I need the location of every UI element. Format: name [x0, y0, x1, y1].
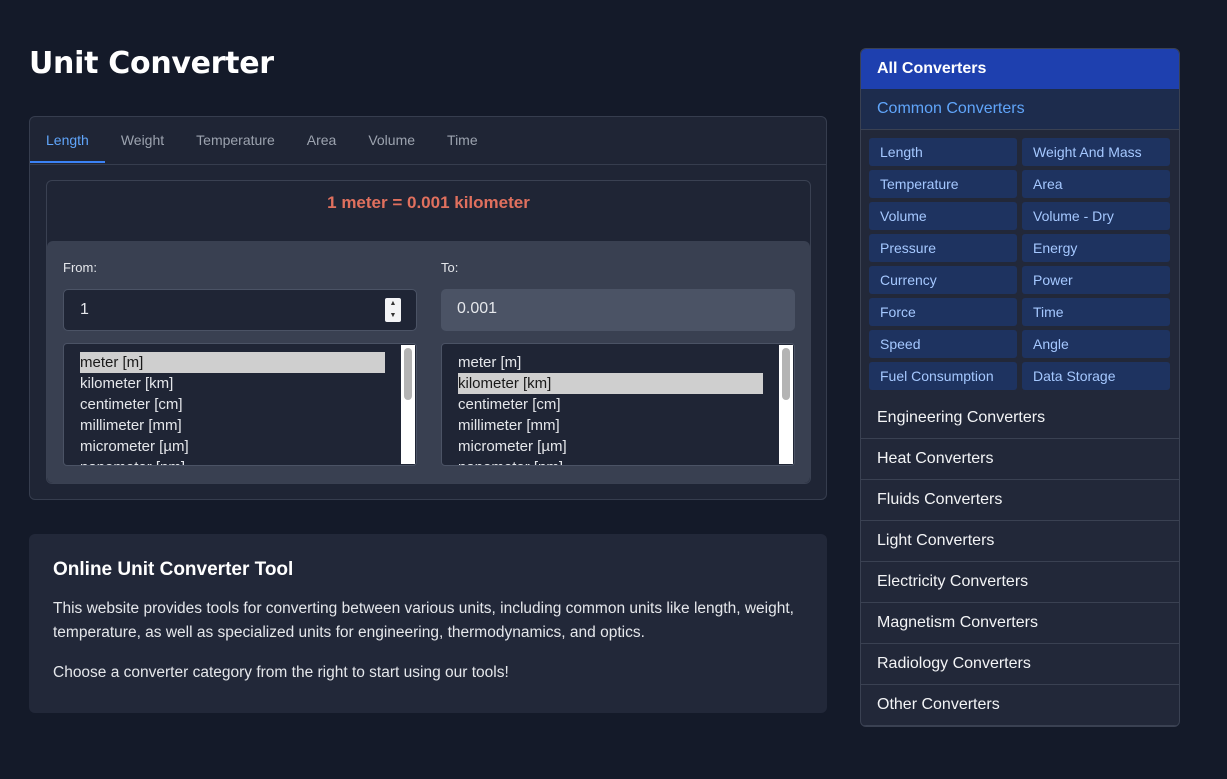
from-unit-list[interactable]: meter [m] kilometer [km] centimeter [cm]…	[63, 343, 417, 466]
to-unit-list[interactable]: meter [m] kilometer [km] centimeter [cm]…	[441, 343, 795, 466]
info-title: Online Unit Converter Tool	[53, 559, 294, 580]
from-unit-option[interactable]: millimeter [mm]	[80, 415, 385, 436]
from-unit-option[interactable]: meter [m]	[80, 352, 385, 373]
tab-volume[interactable]: Volume	[352, 117, 431, 163]
sidebar-item-radiology[interactable]: Radiology Converters	[861, 644, 1179, 685]
common-item-volume[interactable]: Volume	[869, 202, 1017, 230]
sidebar-all-converters[interactable]: All Converters	[861, 49, 1179, 89]
common-item-temperature[interactable]: Temperature	[869, 170, 1017, 198]
sidebar-item-electricity[interactable]: Electricity Converters	[861, 562, 1179, 603]
converter-card: Length Weight Temperature Area Volume Ti…	[29, 116, 827, 500]
from-unit-option[interactable]: centimeter [cm]	[80, 394, 385, 415]
page-title: Unit Converter	[29, 46, 274, 81]
unit-tabs: Length Weight Temperature Area Volume Ti…	[30, 117, 826, 165]
common-item-weight-and-mass[interactable]: Weight And Mass	[1022, 138, 1170, 166]
common-item-currency[interactable]: Currency	[869, 266, 1017, 294]
number-stepper[interactable]: ▲ ▼	[385, 298, 401, 322]
sidebar-common-converters[interactable]: Common Converters	[861, 89, 1179, 130]
common-item-pressure[interactable]: Pressure	[869, 234, 1017, 262]
common-item-energy[interactable]: Energy	[1022, 234, 1170, 262]
converter-sidebar: All Converters Common Converters Length …	[860, 48, 1180, 727]
to-unit-option[interactable]: meter [m]	[458, 352, 763, 373]
tab-time[interactable]: Time	[431, 117, 494, 163]
to-value: 0.001	[457, 300, 498, 317]
from-list-scrollbar[interactable]	[401, 345, 415, 464]
common-item-fuel-consumption[interactable]: Fuel Consumption	[869, 362, 1017, 390]
info-paragraph: Choose a converter category from the rig…	[53, 664, 509, 681]
conversion-result: 1 meter = 0.001 kilometer	[327, 193, 530, 212]
sidebar-item-engineering[interactable]: Engineering Converters	[861, 398, 1179, 439]
common-item-length[interactable]: Length	[869, 138, 1017, 166]
common-item-data-storage[interactable]: Data Storage	[1022, 362, 1170, 390]
from-value: 1	[80, 301, 89, 318]
from-unit-option[interactable]: nanometer [nm]	[80, 457, 385, 465]
common-item-angle[interactable]: Angle	[1022, 330, 1170, 358]
common-item-time[interactable]: Time	[1022, 298, 1170, 326]
stepper-up-icon[interactable]: ▲	[390, 300, 397, 308]
sidebar-item-other[interactable]: Other Converters	[861, 685, 1179, 726]
to-unit-option[interactable]: nanometer [nm]	[458, 457, 763, 465]
info-card: Online Unit Converter Tool This website …	[29, 534, 827, 713]
sidebar-item-fluids[interactable]: Fluids Converters	[861, 480, 1179, 521]
result-box: 1 meter = 0.001 kilometer From: To: 1 ▲ …	[46, 180, 811, 484]
common-item-area[interactable]: Area	[1022, 170, 1170, 198]
conversion-panel: From: To: 1 ▲ ▼ 0.001 meter [m] kilomete…	[47, 241, 810, 483]
common-converters-grid: Length Weight And Mass Temperature Area …	[861, 130, 1179, 398]
to-list-scrollbar[interactable]	[779, 345, 793, 464]
from-unit-option[interactable]: micrometer [µm]	[80, 436, 385, 457]
tab-weight[interactable]: Weight	[105, 117, 180, 163]
from-value-input[interactable]: 1 ▲ ▼	[63, 289, 417, 331]
to-unit-option[interactable]: kilometer [km]	[458, 373, 763, 394]
tab-area[interactable]: Area	[291, 117, 353, 163]
stepper-down-icon[interactable]: ▼	[390, 312, 397, 320]
common-item-volume-dry[interactable]: Volume - Dry	[1022, 202, 1170, 230]
tab-temperature[interactable]: Temperature	[180, 117, 291, 163]
info-paragraph: This website provides tools for converti…	[53, 600, 794, 641]
from-unit-option[interactable]: kilometer [km]	[80, 373, 385, 394]
to-unit-option[interactable]: centimeter [cm]	[458, 394, 763, 415]
from-list-scroll-thumb[interactable]	[404, 348, 412, 400]
from-label: From:	[63, 260, 97, 275]
common-item-force[interactable]: Force	[869, 298, 1017, 326]
to-unit-option[interactable]: micrometer [µm]	[458, 436, 763, 457]
tab-length[interactable]: Length	[30, 117, 105, 163]
common-item-power[interactable]: Power	[1022, 266, 1170, 294]
to-list-scroll-thumb[interactable]	[782, 348, 790, 400]
sidebar-item-heat[interactable]: Heat Converters	[861, 439, 1179, 480]
to-label: To:	[441, 260, 459, 275]
sidebar-item-light[interactable]: Light Converters	[861, 521, 1179, 562]
to-unit-option[interactable]: millimeter [mm]	[458, 415, 763, 436]
sidebar-item-magnetism[interactable]: Magnetism Converters	[861, 603, 1179, 644]
common-item-speed[interactable]: Speed	[869, 330, 1017, 358]
to-value-output: 0.001	[441, 289, 795, 331]
